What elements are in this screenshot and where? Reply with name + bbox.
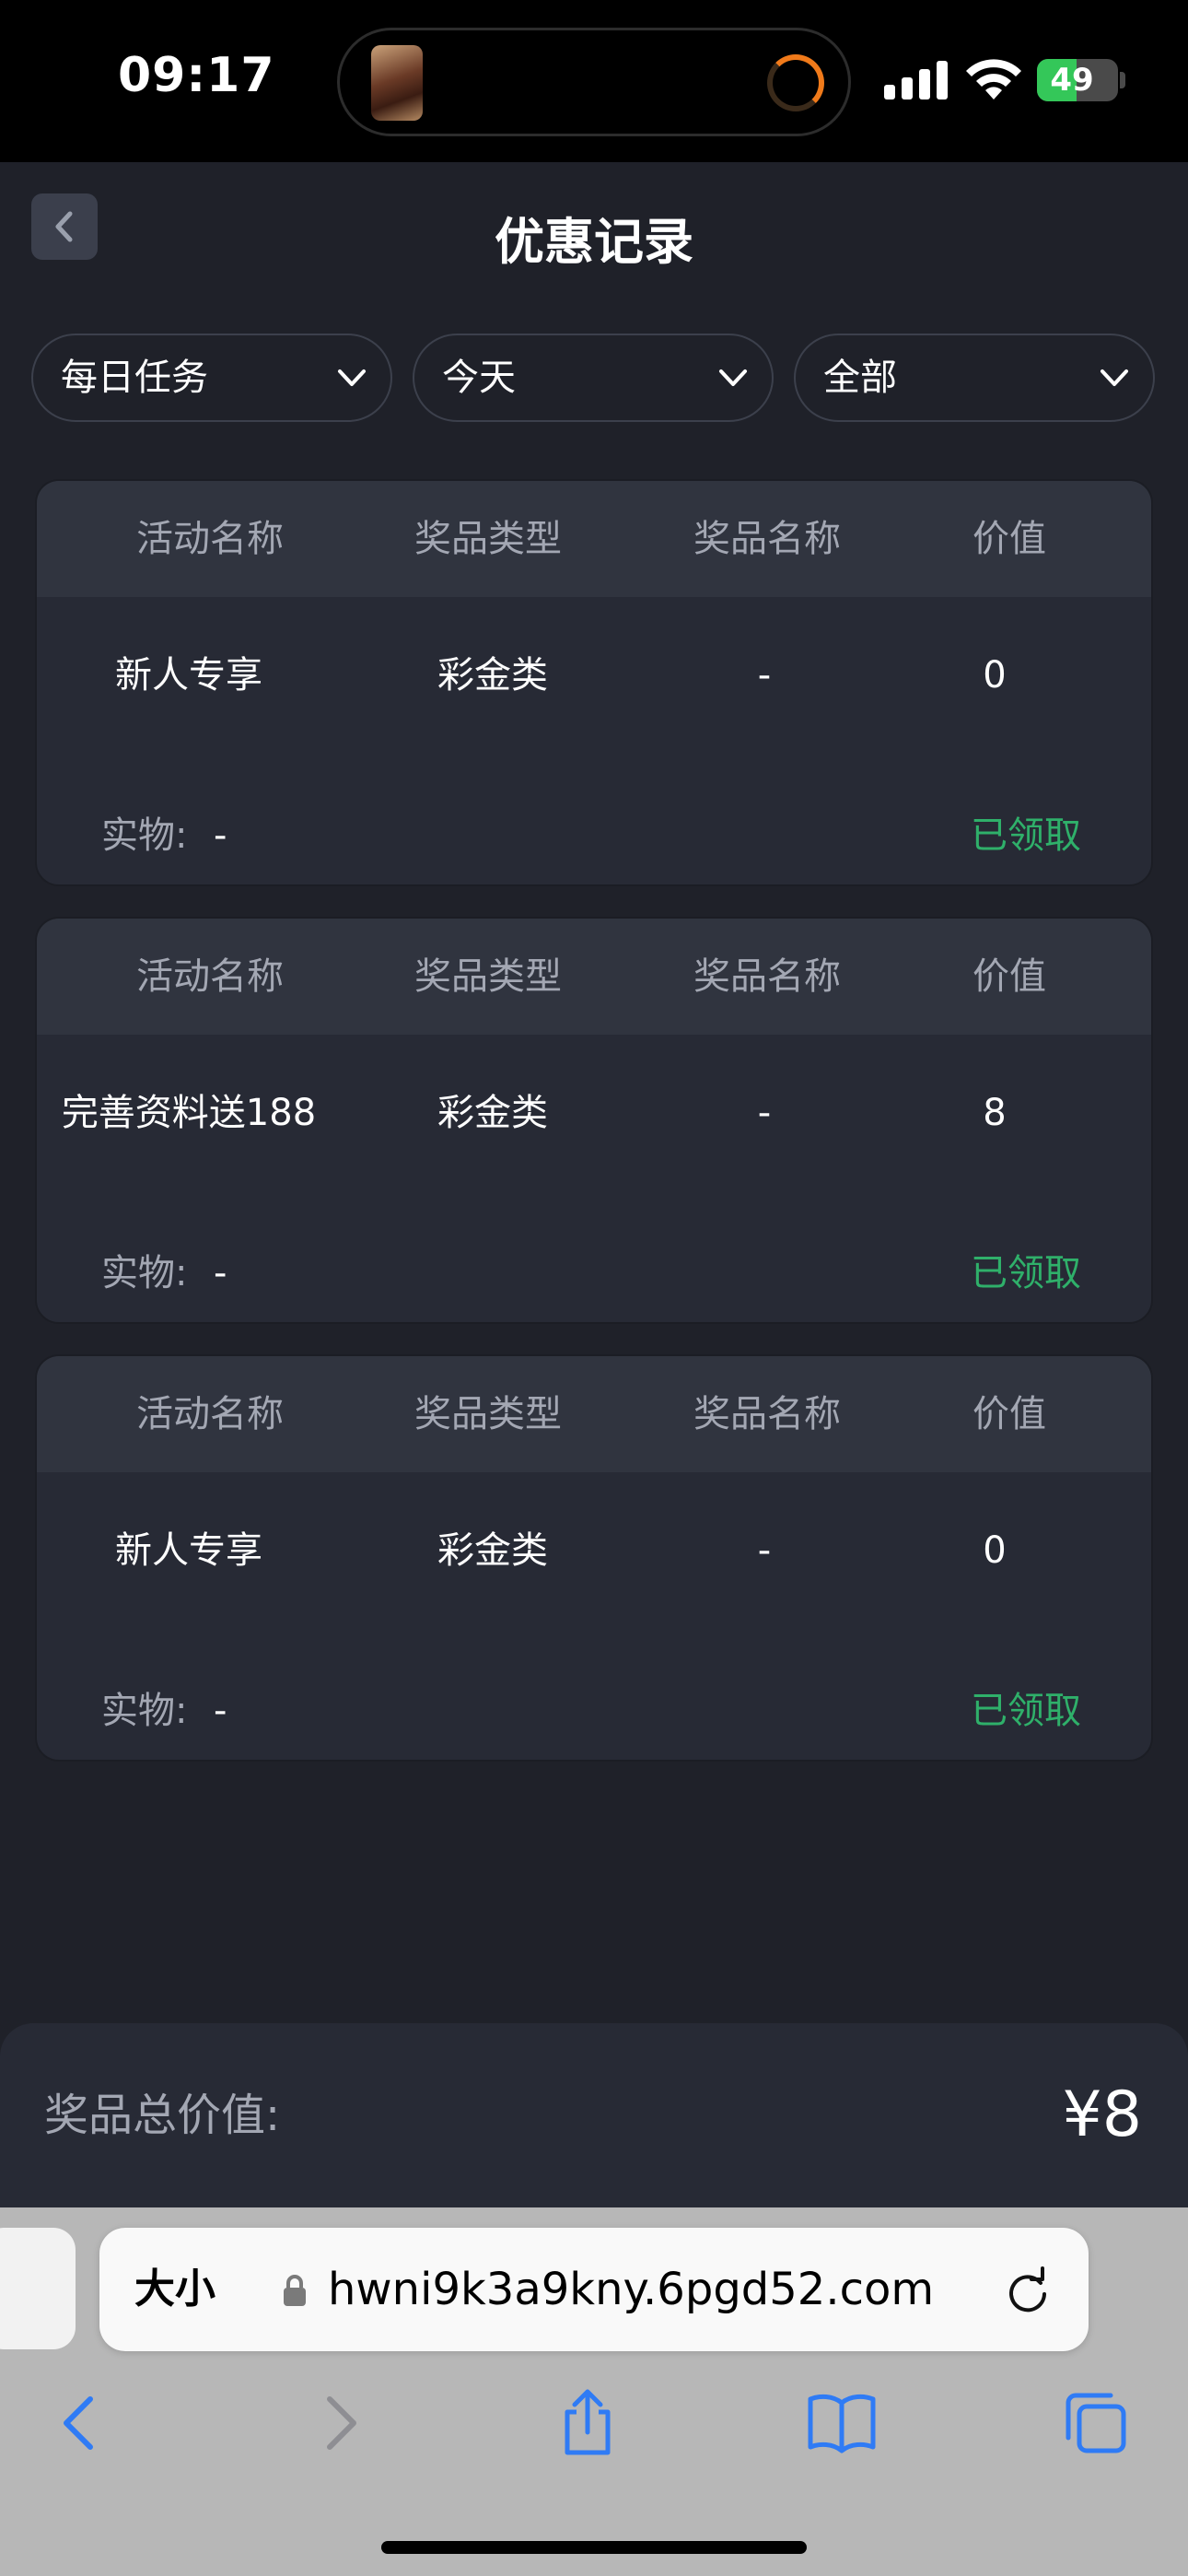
column-header-prize-type: 奖品类型 bbox=[414, 518, 562, 560]
browser-chrome: 大小 hwni9k3a9kny.6pgd52.com bbox=[0, 2207, 1188, 2576]
filter-task-type[interactable]: 每日任务 bbox=[31, 334, 392, 422]
chevron-down-icon bbox=[1101, 369, 1128, 386]
status-time: 09:17 bbox=[118, 48, 275, 103]
record-card: 活动名称 奖品类型 奖品名称 价值 新人专享 彩金类 - 0 实物: - 已领取 bbox=[35, 479, 1153, 886]
record-physical-label: 实物: bbox=[101, 814, 188, 857]
url-text[interactable]: hwni9k3a9kny.6pgd52.com bbox=[328, 2228, 934, 2351]
home-indicator[interactable] bbox=[381, 2541, 807, 2554]
tabs-icon[interactable] bbox=[1061, 2388, 1131, 2458]
wifi-icon bbox=[966, 59, 1021, 100]
filter-date-range-label: 今天 bbox=[442, 357, 516, 399]
chevron-down-icon bbox=[719, 369, 747, 386]
record-physical-label: 实物: bbox=[101, 1252, 188, 1294]
browser-back-icon[interactable] bbox=[46, 2388, 116, 2458]
column-header-value: 价值 bbox=[973, 955, 1046, 998]
bookmarks-icon[interactable] bbox=[807, 2388, 877, 2458]
chevron-down-icon bbox=[338, 369, 366, 386]
filter-status-label: 全部 bbox=[823, 357, 897, 399]
lock-icon bbox=[284, 2275, 306, 2306]
record-prize-name: - bbox=[757, 654, 772, 697]
total-value-label: 奖品总价值: bbox=[44, 2090, 281, 2141]
column-header-activity: 活动名称 bbox=[136, 518, 284, 560]
record-card-header: 活动名称 奖品类型 奖品名称 价值 bbox=[37, 919, 1151, 1035]
record-card: 活动名称 奖品类型 奖品名称 价值 新人专享 彩金类 - 0 实物: - 已领取 bbox=[35, 1354, 1153, 1762]
column-header-prize-type: 奖品类型 bbox=[414, 955, 562, 998]
now-playing-thumbnail bbox=[371, 45, 423, 121]
cellular-signal-icon bbox=[884, 61, 949, 100]
reload-icon[interactable] bbox=[1004, 2266, 1052, 2314]
record-physical-value: - bbox=[214, 1690, 227, 1732]
record-prize-name: - bbox=[757, 1529, 772, 1572]
record-card-header: 活动名称 奖品类型 奖品名称 价值 bbox=[37, 481, 1151, 597]
column-header-prize-name: 奖品名称 bbox=[693, 1393, 841, 1435]
column-header-activity: 活动名称 bbox=[136, 955, 284, 998]
activity-ring-icon bbox=[767, 54, 824, 111]
record-physical-value: - bbox=[214, 814, 227, 857]
battery-percent: 49 bbox=[1050, 62, 1094, 99]
battery-cap bbox=[1120, 72, 1125, 88]
column-header-value: 价值 bbox=[973, 518, 1046, 560]
column-header-value: 价值 bbox=[973, 1393, 1046, 1435]
address-bar[interactable]: 大小 hwni9k3a9kny.6pgd52.com bbox=[99, 2228, 1089, 2351]
dynamic-island bbox=[337, 28, 851, 136]
record-value: 8 bbox=[983, 1092, 1007, 1134]
record-value: 0 bbox=[983, 1529, 1007, 1572]
record-status-badge: 已领取 bbox=[971, 1690, 1081, 1732]
record-activity: 完善资料送188 bbox=[61, 1092, 317, 1134]
filter-task-type-label: 每日任务 bbox=[61, 357, 208, 399]
record-card-header: 活动名称 奖品类型 奖品名称 价值 bbox=[37, 1356, 1151, 1472]
record-activity: 新人专享 bbox=[115, 654, 262, 697]
record-status-badge: 已领取 bbox=[971, 1252, 1081, 1294]
browser-forward-icon[interactable] bbox=[304, 2388, 374, 2458]
record-prize-name: - bbox=[757, 1092, 772, 1134]
filter-date-range[interactable]: 今天 bbox=[413, 334, 774, 422]
record-status-badge: 已领取 bbox=[971, 814, 1081, 857]
column-header-prize-name: 奖品名称 bbox=[693, 518, 841, 560]
column-header-prize-name: 奖品名称 bbox=[693, 955, 841, 998]
record-prize-type: 彩金类 bbox=[437, 1529, 548, 1572]
record-value: 0 bbox=[983, 654, 1007, 697]
record-card: 活动名称 奖品类型 奖品名称 价值 完善资料送188 彩金类 - 8 实物: -… bbox=[35, 917, 1153, 1324]
record-physical-label: 实物: bbox=[101, 1690, 188, 1732]
total-value-bar: 奖品总价值: ¥8 bbox=[0, 2023, 1188, 2207]
share-icon[interactable] bbox=[553, 2388, 623, 2458]
filter-status[interactable]: 全部 bbox=[794, 334, 1155, 422]
record-prize-type: 彩金类 bbox=[437, 654, 548, 697]
record-activity: 新人专享 bbox=[115, 1529, 262, 1572]
record-prize-type: 彩金类 bbox=[437, 1092, 548, 1134]
column-header-activity: 活动名称 bbox=[136, 1393, 284, 1435]
column-header-prize-type: 奖品类型 bbox=[414, 1393, 562, 1435]
status-bar: 09:17 49 bbox=[0, 0, 1188, 162]
previous-tab-peek[interactable] bbox=[0, 2228, 76, 2349]
battery-icon: 49 bbox=[1037, 59, 1118, 101]
page-title: 优惠记录 bbox=[495, 213, 693, 271]
total-value-amount: ¥8 bbox=[1062, 2078, 1142, 2151]
record-physical-value: - bbox=[214, 1252, 227, 1294]
text-size-button[interactable]: 大小 bbox=[134, 2228, 215, 2351]
